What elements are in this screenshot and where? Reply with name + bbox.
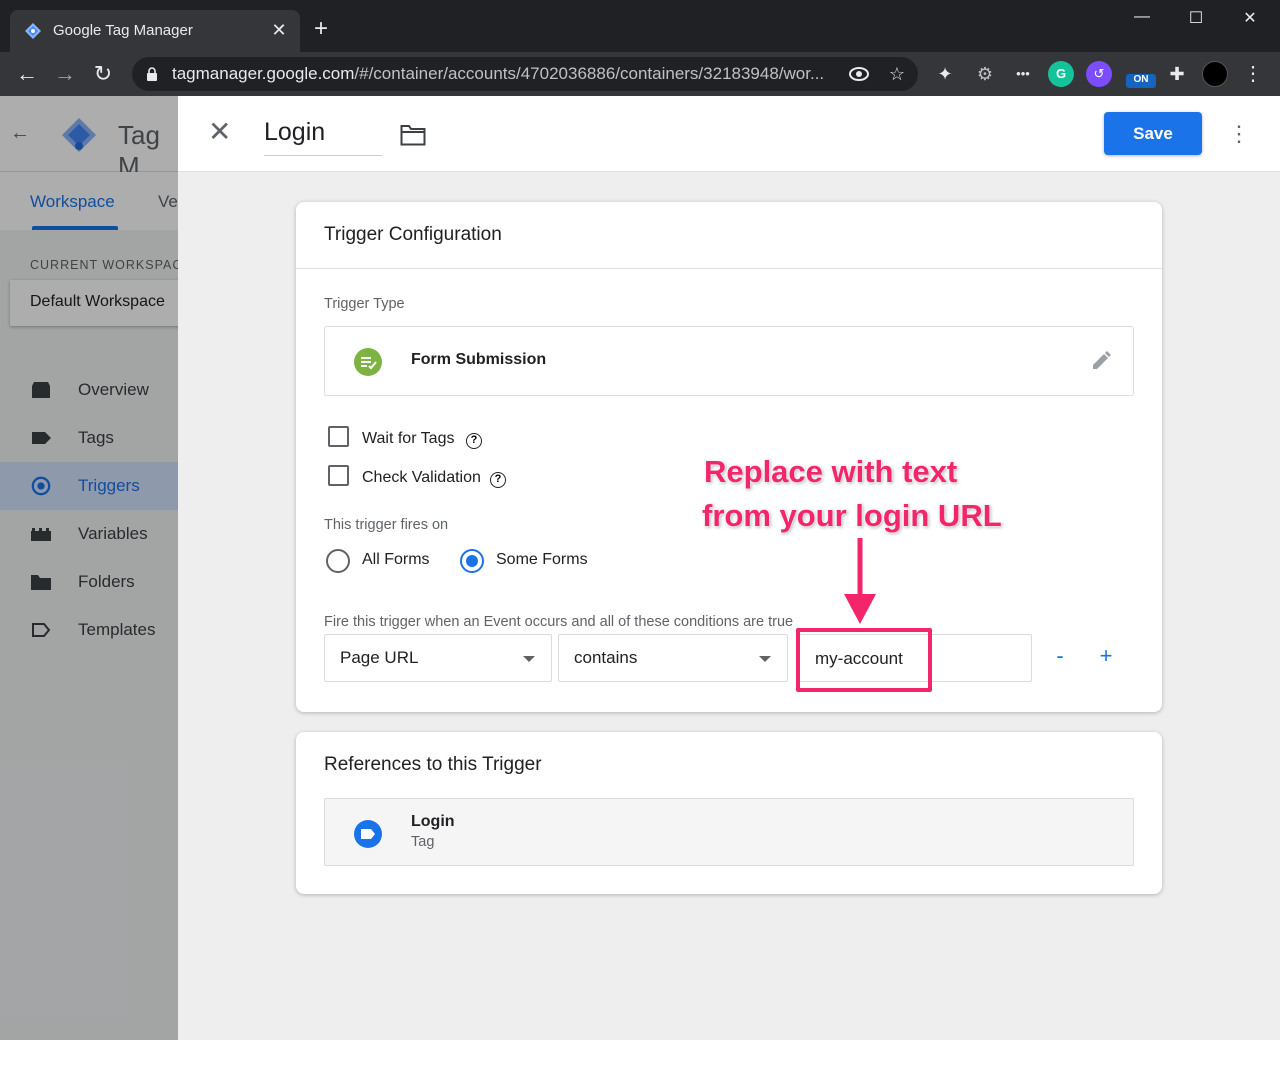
reference-type: Tag: [411, 834, 435, 850]
trigger-type-selector[interactable]: Form Submission: [324, 326, 1134, 396]
check-validation-label: Check Validation: [362, 469, 481, 486]
extensions-icon[interactable]: ✚: [1164, 61, 1190, 87]
minimize-button[interactable]: —: [1122, 8, 1162, 26]
some-forms-radio[interactable]: [460, 549, 484, 573]
menu-icon[interactable]: ⋮: [1240, 61, 1266, 87]
url-path: /#/container/accounts/4702036886/contain…: [354, 64, 825, 83]
variable-select[interactable]: Page URL: [324, 634, 552, 682]
operator-select[interactable]: contains: [558, 634, 788, 682]
annotation-highlight-box: [796, 628, 932, 692]
browser-tabstrip: Google Tag Manager ✕ + — ☐ ✕: [0, 0, 1280, 52]
remove-condition-button[interactable]: -: [1048, 642, 1072, 670]
divider: [296, 268, 1162, 269]
check-validation-checkbox[interactable]: [328, 465, 349, 486]
conditions-label: Fire this trigger when an Event occurs a…: [324, 614, 794, 630]
profile-avatar[interactable]: [1202, 61, 1228, 87]
dashlane-icon[interactable]: ↺: [1086, 61, 1112, 87]
wait-for-tags-label: Wait for Tags: [362, 430, 455, 447]
window-close-button[interactable]: ✕: [1230, 8, 1270, 28]
annotation-line-1: Replace with text: [704, 454, 958, 489]
pencil-icon[interactable]: [1089, 349, 1113, 373]
annotation-line-2: from your login URL: [702, 498, 1002, 533]
more-options-icon[interactable]: ⋮: [1228, 120, 1250, 148]
card-title: Trigger Configuration: [324, 224, 502, 245]
panel-header: ✕ Login Save ⋮: [178, 96, 1280, 172]
modal-scrim[interactable]: [0, 96, 178, 1040]
operator-select-value: contains: [574, 648, 638, 667]
browser-toolbar: ← → ↻ tagmanager.google.com/#/container/…: [0, 52, 1280, 96]
url-host: tagmanager.google.com: [172, 64, 355, 83]
on-icon[interactable]: ON: [1126, 74, 1156, 88]
trigger-name-input[interactable]: Login: [264, 118, 382, 156]
trigger-editor-panel: ✕ Login Save ⋮ Trigger Configuration Tri…: [178, 96, 1280, 1040]
browser-tab[interactable]: Google Tag Manager ✕: [10, 10, 300, 52]
chevron-down-icon: [759, 656, 771, 662]
gtm-favicon-icon: [25, 23, 41, 39]
forward-button[interactable]: →: [52, 61, 78, 87]
puzzle-icon[interactable]: ✦: [932, 61, 958, 87]
gear-icon[interactable]: ⚙: [972, 61, 998, 87]
close-panel-icon[interactable]: ✕: [208, 118, 231, 146]
fires-on-label: This trigger fires on: [324, 517, 449, 533]
folder-icon[interactable]: [400, 124, 426, 146]
lock-icon: [147, 67, 157, 81]
wait-for-tags-checkbox[interactable]: [328, 426, 349, 447]
help-icon[interactable]: ?: [490, 472, 506, 488]
eye-icon[interactable]: [848, 63, 870, 85]
reference-name: Login: [411, 813, 455, 830]
bookmark-star-icon[interactable]: ☆: [886, 63, 908, 85]
tab-title: Google Tag Manager: [53, 22, 193, 39]
back-button[interactable]: ←: [14, 61, 40, 87]
tab-close-icon[interactable]: ✕: [268, 19, 290, 41]
trigger-type-name: Form Submission: [411, 351, 547, 368]
save-button[interactable]: Save: [1104, 112, 1202, 155]
grammarly-icon[interactable]: G: [1048, 61, 1074, 87]
all-forms-radio[interactable]: [326, 549, 350, 573]
annotation-arrow-icon: [844, 538, 876, 624]
chevron-down-icon: [523, 656, 535, 662]
some-forms-label: Some Forms: [496, 551, 588, 568]
url-text: tagmanager.google.com/#/container/accoun…: [172, 64, 824, 84]
reference-row[interactable]: Login Tag: [324, 798, 1134, 866]
reload-button[interactable]: ↻: [90, 61, 116, 87]
tag-icon: [354, 820, 382, 848]
new-tab-button[interactable]: +: [314, 17, 328, 41]
add-condition-button[interactable]: +: [1094, 642, 1118, 670]
references-card: References to this Trigger Login Tag: [296, 732, 1162, 894]
dots-icon[interactable]: •••: [1010, 61, 1036, 87]
address-bar[interactable]: tagmanager.google.com/#/container/accoun…: [132, 57, 918, 91]
trigger-type-label: Trigger Type: [324, 296, 405, 312]
variable-select-value: Page URL: [340, 648, 419, 667]
card-title: References to this Trigger: [324, 754, 542, 775]
help-icon[interactable]: ?: [466, 433, 482, 449]
form-submission-icon: [354, 348, 382, 376]
maximize-button[interactable]: ☐: [1176, 8, 1216, 28]
all-forms-label: All Forms: [362, 551, 430, 568]
